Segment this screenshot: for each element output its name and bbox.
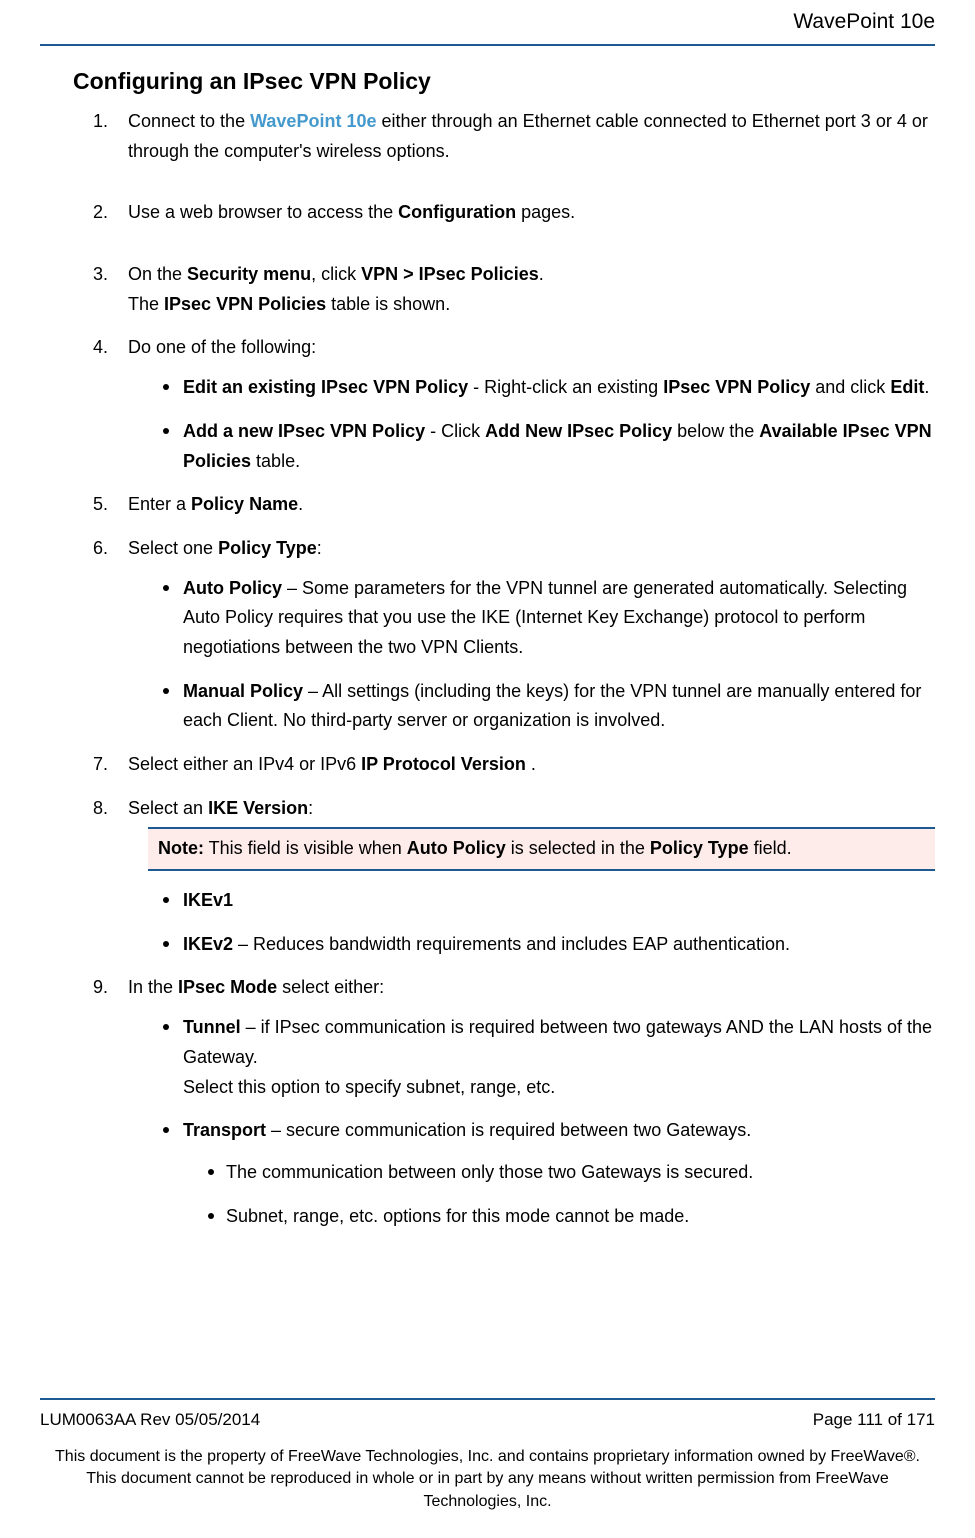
procedure-list: Connect to the WavePoint 10e either thro… <box>93 107 935 1231</box>
header-product-name: WavePoint 10e <box>40 10 935 44</box>
step-6: Select one Policy Type: Auto Policy – So… <box>93 534 935 736</box>
step-8: Select an IKE Version: Note: This field … <box>93 794 935 960</box>
step-4-edit: Edit an existing IPsec VPN Policy - Righ… <box>163 373 935 403</box>
ikev1: IKEv1 <box>163 886 935 916</box>
step-7: Select either an IPv4 or IPv6 IP Protoco… <box>93 750 935 780</box>
page-footer: LUM0063AA Rev 05/05/2014 Page 111 of 171… <box>40 1398 935 1513</box>
step-8-options: IKEv1 IKEv2 – Reduces bandwidth requirem… <box>128 886 935 959</box>
step-5: Enter a Policy Name. <box>93 490 935 520</box>
transport-note-1: The communication between only those two… <box>208 1158 935 1188</box>
header-rule <box>40 44 935 46</box>
step-4-options: Edit an existing IPsec VPN Policy - Righ… <box>128 373 935 476</box>
wavepoint-link[interactable]: WavePoint 10e <box>250 111 376 131</box>
policy-manual: Manual Policy – All settings (including … <box>163 677 935 736</box>
footer-rule <box>40 1398 935 1400</box>
step-6-options: Auto Policy – Some parameters for the VP… <box>128 574 935 736</box>
section-title: Configuring an IPsec VPN Policy <box>73 68 935 95</box>
note-box: Note: This field is visible when Auto Po… <box>148 827 935 871</box>
step-3: On the Security menu, click VPN > IPsec … <box>93 260 935 319</box>
step-4: Do one of the following: Edit an existin… <box>93 333 935 476</box>
mode-transport: Transport – secure communication is requ… <box>163 1116 935 1231</box>
step-2: Use a web browser to access the Configur… <box>93 198 935 228</box>
legal-notice: This document is the property of FreeWav… <box>40 1446 935 1513</box>
step-1: Connect to the WavePoint 10e either thro… <box>93 107 935 166</box>
page-number: Page 111 of 171 <box>813 1410 935 1430</box>
doc-revision: LUM0063AA Rev 05/05/2014 <box>40 1410 260 1430</box>
step-9-options: Tunnel – if IPsec communication is requi… <box>128 1013 935 1231</box>
step-4-add: Add a new IPsec VPN Policy - Click Add N… <box>163 417 935 476</box>
policy-auto: Auto Policy – Some parameters for the VP… <box>163 574 935 663</box>
step-9: In the IPsec Mode select either: Tunnel … <box>93 973 935 1231</box>
transport-notes: The communication between only those two… <box>183 1158 935 1231</box>
transport-note-2: Subnet, range, etc. options for this mod… <box>208 1202 935 1232</box>
ikev2: IKEv2 – Reduces bandwidth requirements a… <box>163 930 935 960</box>
mode-tunnel: Tunnel – if IPsec communication is requi… <box>163 1013 935 1102</box>
